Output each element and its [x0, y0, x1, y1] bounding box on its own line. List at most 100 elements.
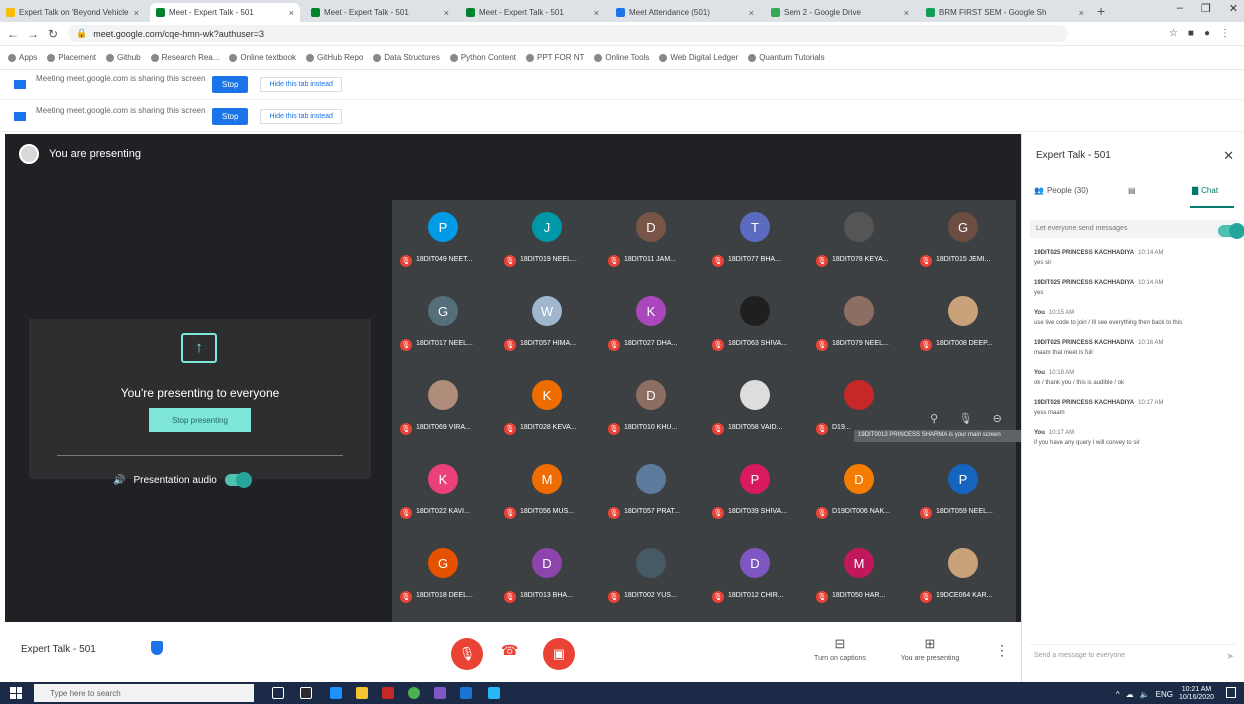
tab-close-icon[interactable]: × [749, 8, 754, 18]
close-icon[interactable]: ✕ [1223, 148, 1234, 164]
app-icon[interactable] [488, 687, 500, 699]
more-options-icon[interactable]: ⋮ [995, 642, 1009, 659]
participant-tile[interactable]: G 🎙 18DIT017 NEEL... [392, 284, 496, 368]
bookmark-item[interactable]: Web Digital Ledger [659, 53, 738, 62]
stop-presenting-button[interactable]: Stop presenting [149, 408, 251, 432]
participant-tile[interactable]: T 🎙 18DIT077 BHA... [704, 200, 808, 284]
browser-tab[interactable]: Sem 2 - Google Drive × [765, 3, 915, 22]
notification-icon[interactable] [1226, 687, 1236, 698]
shield-icon[interactable] [151, 641, 163, 655]
participant-tile[interactable]: 🎙 18DIT063 SHIVA... [704, 284, 808, 368]
participant-tile[interactable]: 🎙 18DIT079 NEEL... [808, 284, 912, 368]
clock[interactable]: 10:21 AM 10/16/2020 [1179, 686, 1214, 702]
participant-tile[interactable]: 🎙 18DIT069 VIRA... [392, 368, 496, 452]
star-icon[interactable]: ☆ [1169, 28, 1178, 39]
participant-tile[interactable]: 🎙 18DIT078 KEYA... [808, 200, 912, 284]
app-icon[interactable] [434, 687, 446, 699]
bookmark-item[interactable]: Python Content [449, 53, 516, 62]
presentation-audio-toggle[interactable] [224, 472, 252, 488]
reload-icon[interactable]: ↻ [46, 27, 60, 41]
meeting-name[interactable]: Expert Talk - 501 [21, 644, 96, 655]
participant-tile[interactable]: G 🎙 18DIT015 JEMI... [912, 200, 1016, 284]
tab-activities[interactable]: ▤ [1128, 186, 1136, 195]
windows-start-icon[interactable] [10, 687, 22, 699]
bookmark-item[interactable]: Apps [8, 53, 37, 62]
bookmark-item[interactable]: GitHub Repo [306, 53, 363, 62]
participant-tile[interactable]: M 🎙 18DIT050 HAR... [808, 536, 912, 620]
send-icon[interactable]: ➤ [1226, 651, 1234, 662]
browser-tab[interactable]: Meet - Expert Talk - 501 × [460, 3, 605, 22]
participant-tile[interactable]: M 🎙 18DIT056 MUS... [496, 452, 600, 536]
chat-message-input[interactable]: Send a message to everyone [1030, 644, 1236, 668]
maximize-icon[interactable]: ❐ [1201, 2, 1211, 15]
browser-tab[interactable]: Meet Attendance (501) × [610, 3, 760, 22]
participant-tile[interactable]: K 🎙 18DIT022 KAVI... [392, 452, 496, 536]
profile-avatar[interactable]: ● [1204, 28, 1210, 39]
tab-close-icon[interactable]: × [444, 8, 449, 18]
network-icon[interactable]: ☁ [1126, 690, 1134, 699]
edge-icon[interactable] [330, 687, 342, 699]
participant-tile[interactable]: 🎙 19DCE064 KAR... [912, 536, 1016, 620]
camera-off-button[interactable]: ▣ [543, 638, 575, 670]
participant-tile[interactable]: 🎙 18DIT058 VAID... [704, 368, 808, 452]
store-icon[interactable] [300, 687, 312, 699]
tab-close-icon[interactable]: × [594, 8, 599, 18]
url-input[interactable]: 🔒 meet.google.com/cqe-hmn-wk?authuser=3 [68, 25, 1068, 42]
participant-tile[interactable]: G 🎙 18DIT018 DEEL... [392, 536, 496, 620]
mic-off-button[interactable]: 🎙 [451, 638, 483, 670]
participant-tile[interactable]: W 🎙 18DIT057 HIMA... [496, 284, 600, 368]
participant-tile[interactable]: 🎙 18DIT057 PRAT... [600, 452, 704, 536]
participant-tile[interactable]: D 🎙 18DIT010 KHU... [600, 368, 704, 452]
browser-tab[interactable]: Meet - Expert Talk - 501 × [150, 3, 300, 22]
tab-close-icon[interactable]: × [289, 8, 294, 18]
tab-close-icon[interactable]: × [1079, 8, 1084, 18]
tab-people[interactable]: 👥 People (30) [1034, 186, 1088, 195]
extension-icon[interactable]: ■ [1188, 28, 1194, 39]
taskbar-search-input[interactable]: Type here to search [34, 684, 254, 702]
task-view-icon[interactable] [272, 687, 284, 699]
browser-tab[interactable]: Expert Talk on 'Beyond Vehicle × [0, 3, 145, 22]
forward-icon[interactable]: → [26, 27, 40, 41]
hide-tab-button[interactable]: Hide this tab instead [260, 77, 342, 92]
file-explorer-icon[interactable] [356, 687, 368, 699]
participant-tile[interactable]: 🎙 18DIT008 DEEP... [912, 284, 1016, 368]
participant-tile[interactable]: K 🎙 18DIT027 DHA... [600, 284, 704, 368]
acrobat-icon[interactable] [382, 687, 394, 699]
tab-chat[interactable]: ▇ Chat [1192, 186, 1218, 195]
bookmark-item[interactable]: Github [106, 53, 141, 62]
bookmark-item[interactable]: Research Rea... [150, 53, 219, 62]
minimize-icon[interactable]: – [1177, 2, 1183, 15]
participant-tile[interactable]: P 🎙 18DIT049 NEET... [392, 200, 496, 284]
remove-icon[interactable]: ⊖ [993, 412, 1002, 425]
bookmark-item[interactable]: Online textbook [229, 53, 296, 62]
browser-tab[interactable]: BRM FIRST SEM - Google Sh × [920, 3, 1090, 22]
bookmark-item[interactable]: PPT FOR NT [526, 53, 584, 62]
hide-tab-button[interactable]: Hide this tab instead [260, 109, 342, 124]
stop-sharing-button[interactable]: Stop [212, 76, 249, 93]
language-indicator[interactable]: ENG [1156, 690, 1173, 699]
tab-close-icon[interactable]: × [904, 8, 909, 18]
present-button[interactable]: ⊞ You are presenting [895, 636, 965, 662]
chrome-icon[interactable] [408, 687, 420, 699]
menu-icon[interactable]: ⋮ [1220, 28, 1230, 39]
bookmark-item[interactable]: Data Structures [373, 53, 440, 62]
participant-tile[interactable]: 🎙 18DIT002 YUS... [600, 536, 704, 620]
participant-tile[interactable]: J 🎙 18DIT019 NEEL... [496, 200, 600, 284]
participant-tile[interactable]: D 🎙 18DIT013 BHA... [496, 536, 600, 620]
everyone-messages-toggle[interactable] [1218, 223, 1244, 239]
hang-up-icon[interactable]: ☎ [501, 642, 518, 659]
participant-tile[interactable]: P 🎙 18DIT059 NEEL... [912, 452, 1016, 536]
tab-close-icon[interactable]: × [134, 8, 139, 18]
captions-button[interactable]: ⊟ Turn on captions [805, 636, 875, 662]
bookmark-item[interactable]: Online Tools [594, 53, 649, 62]
participant-tile[interactable]: D 🎙 18DIT011 JAM... [600, 200, 704, 284]
tray-arrow-icon[interactable]: ^ [1116, 690, 1120, 699]
mic-icon[interactable]: 🎙 [958, 412, 972, 425]
participant-tile[interactable]: P 🎙 18DIT039 SHIVA... [704, 452, 808, 536]
participant-tile[interactable]: D 🎙 18DIT012 CHIR... [704, 536, 808, 620]
app-icon[interactable] [460, 687, 472, 699]
participant-tile[interactable]: K 🎙 18DIT028 KEVA... [496, 368, 600, 452]
volume-icon[interactable]: 🔈 [1140, 690, 1150, 699]
bookmark-item[interactable]: Quantum Tutorials [748, 53, 825, 62]
browser-tab[interactable]: Meet - Expert Talk - 501 × [305, 3, 455, 22]
